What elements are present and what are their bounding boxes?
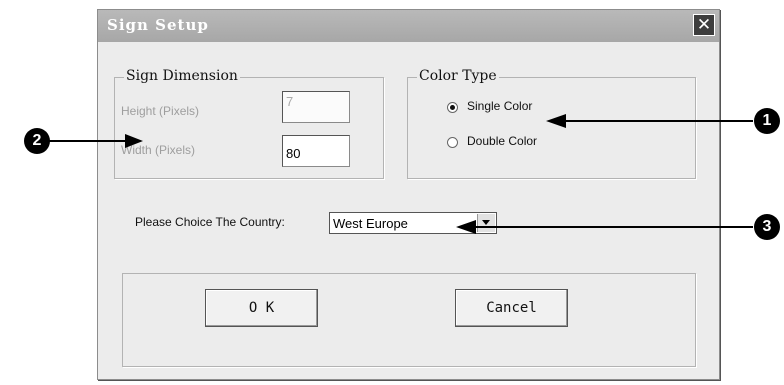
double-color-label[interactable]: Double Color (467, 134, 537, 148)
callout-1: 1 (754, 108, 780, 134)
single-color-label[interactable]: Single Color (467, 99, 532, 113)
sign-setup-dialog: Sign Setup ✕ Sign Dimension Height (Pixe… (97, 9, 720, 380)
chevron-down-icon (482, 220, 490, 225)
width-label: Width (Pixels) (121, 143, 196, 157)
height-value: 7 (286, 94, 294, 109)
ok-button[interactable]: O K (205, 289, 318, 327)
double-color-radio[interactable] (447, 137, 458, 148)
title-bar[interactable]: Sign Setup ✕ (98, 10, 719, 42)
dialog-title: Sign Setup (107, 16, 209, 34)
color-type-group: Color Type (407, 68, 696, 179)
cancel-button[interactable]: Cancel (455, 289, 568, 327)
width-value: 80 (286, 146, 301, 161)
dropdown-arrow-icon[interactable] (477, 214, 495, 232)
height-field[interactable]: 7 (282, 91, 350, 123)
callout-3: 3 (754, 214, 780, 240)
color-type-legend: Color Type (417, 68, 499, 84)
sign-dimension-legend: Sign Dimension (124, 68, 240, 84)
country-dropdown[interactable]: West Europe (329, 212, 497, 234)
country-label: Please Choice The Country: (135, 215, 285, 229)
callout-2: 2 (24, 128, 50, 154)
country-selected-value: West Europe (333, 216, 408, 231)
radio-selected-dot (450, 105, 455, 110)
height-label: Height (Pixels) (121, 104, 200, 118)
width-field[interactable]: 80 (282, 135, 350, 167)
single-color-radio[interactable] (447, 102, 458, 113)
close-icon[interactable]: ✕ (693, 14, 715, 36)
